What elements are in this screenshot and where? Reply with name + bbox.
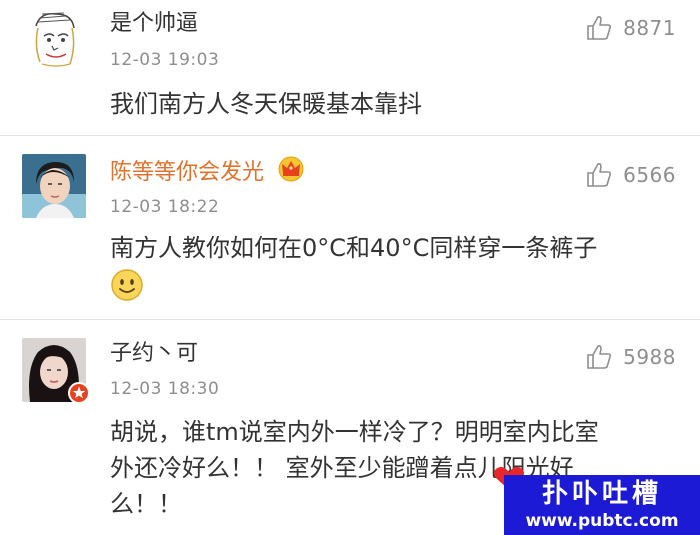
thumbs-up-icon [587, 163, 612, 187]
watermark[interactable]: 扑卟吐槽 www.pubtc.com [504, 475, 700, 535]
username[interactable]: 是个帅逼 [110, 10, 198, 38]
like-count: 5988 [623, 345, 676, 369]
like-button[interactable]: 8871 [585, 13, 676, 43]
watermark-title: 扑卟吐槽 [541, 479, 662, 509]
like-count: 8871 [623, 16, 676, 40]
username-text: 陈等等你会发光 [110, 160, 265, 185]
thumbs-up-icon [587, 16, 612, 40]
crown-badge-icon [277, 156, 305, 190]
comment-time: 12-03 19:03 [110, 50, 220, 70]
thumbs-up-icon [587, 345, 612, 369]
like-count: 6566 [623, 163, 676, 187]
comment-item: 是个帅逼 12-03 19:03 8871 我们南方人冬天保暖基本靠抖 [0, 0, 700, 135]
avatar[interactable] [22, 338, 90, 404]
comment-text: 我们南方人冬天保暖基本靠抖 [110, 90, 422, 118]
like-button[interactable]: 5988 [585, 342, 676, 372]
comment-item: 陈等等你会发光 12-03 18:22 6566 南方人教你如何在0°C和40°… [0, 136, 700, 319]
comment-text-line: 南方人教你如何在0°C和40°C同样穿一条裤子 [110, 234, 598, 262]
smiley-emoji-icon [110, 268, 144, 312]
star-verified-icon [68, 382, 90, 408]
comment-time: 12-03 18:30 [110, 379, 220, 399]
comment-text-line: 胡说，谁tm说室内外一样冷了？明明室内比室 [110, 418, 599, 446]
avatar[interactable] [22, 6, 86, 70]
comment-time: 12-03 18:22 [110, 197, 220, 217]
watermark-url: www.pubtc.com [525, 511, 679, 531]
like-button[interactable]: 6566 [585, 160, 676, 190]
avatar[interactable] [22, 154, 86, 218]
comment-text: 南方人教你如何在0°C和40°C同样穿一条裤子 [110, 230, 678, 312]
username[interactable]: 陈等等你会发光 [110, 156, 305, 190]
username[interactable]: 子约丶可 [110, 340, 198, 368]
